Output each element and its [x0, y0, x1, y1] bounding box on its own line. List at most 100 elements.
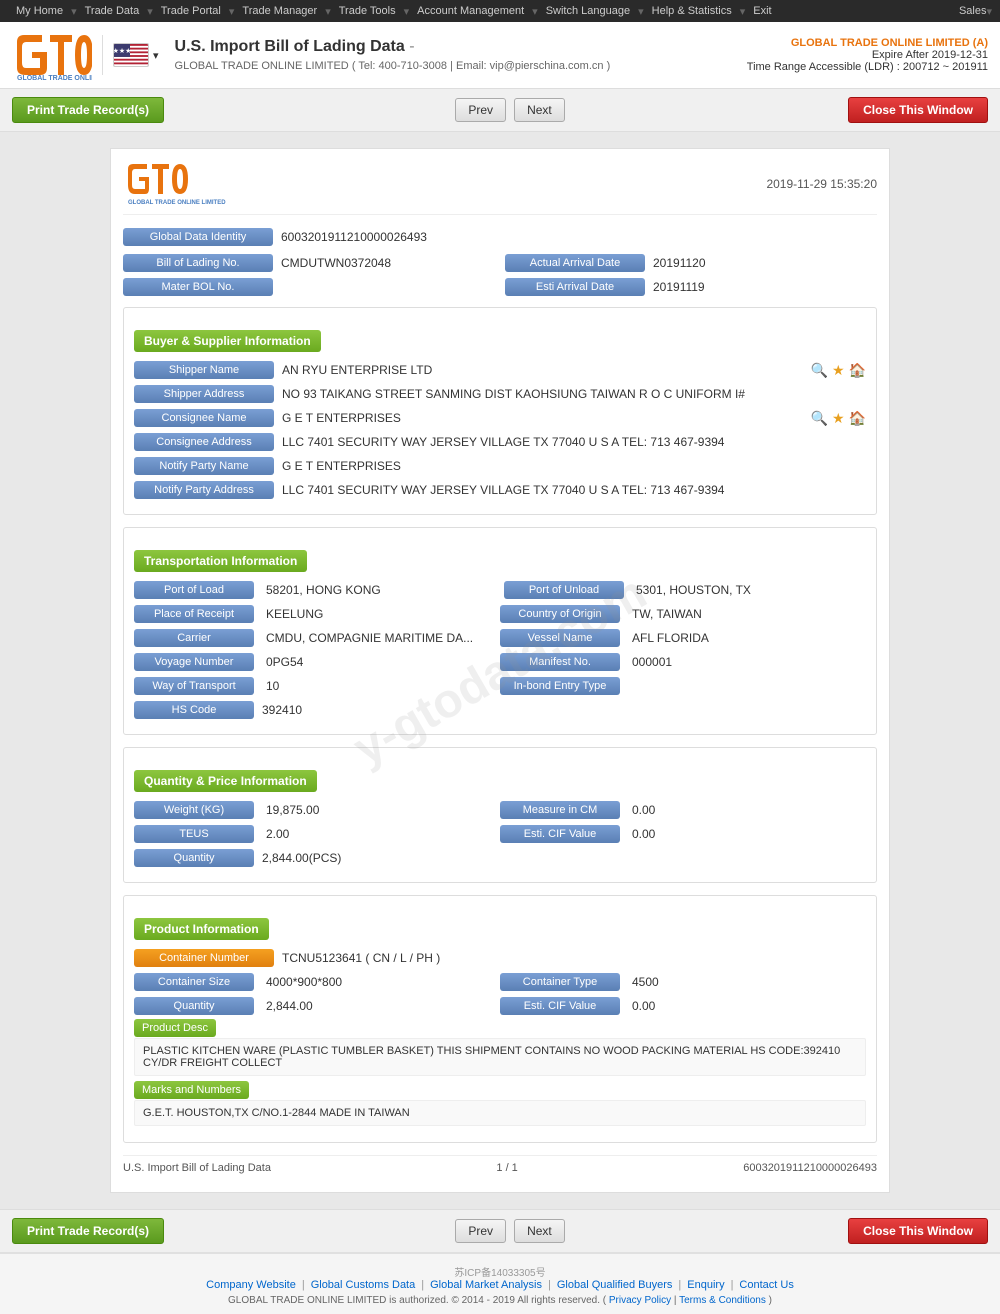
footer-link-contact-us[interactable]: Contact Us: [733, 1279, 799, 1291]
consignee-addr-label: Consignee Address: [134, 433, 274, 451]
prod-esti-cif-label: Esti. CIF Value: [500, 997, 620, 1015]
port-load-value: 58201, HONG KONG: [258, 580, 496, 600]
marks-value: G.E.T. HOUSTON,TX C/NO.1-2844 MADE IN TA…: [134, 1100, 866, 1126]
weight-value: 19,875.00: [258, 800, 500, 820]
qty-row: Quantity 2,844.00(PCS): [134, 848, 866, 868]
port-unload-label: Port of Unload: [504, 581, 624, 599]
shipper-name-value: AN RYU ENTERPRISE LTD: [274, 360, 811, 380]
company-name: GLOBAL TRADE ONLINE LIMITED (A): [747, 37, 988, 49]
container-number-value: TCNU5123641 ( CN / L / PH ): [274, 948, 866, 968]
consignee-star-icon[interactable]: ★: [832, 410, 845, 427]
container-size-value: 4000*900*800: [258, 972, 500, 992]
prev-button-bottom[interactable]: Prev: [455, 1219, 506, 1243]
weight-label: Weight (KG): [134, 801, 254, 819]
doc-logo-icon: GLOBAL TRADE ONLINE LIMITED: [123, 161, 253, 206]
container-number-row: Container Number TCNU5123641 ( CN / L / …: [134, 948, 866, 968]
place-receipt-label: Place of Receipt: [134, 605, 254, 623]
nav-help-statistics[interactable]: Help & Statistics: [644, 5, 740, 17]
hs-code-label: HS Code: [134, 701, 254, 719]
consignee-icons: 🔍 ★ 🏠: [811, 410, 866, 427]
consignee-addr-value: LLC 7401 SECURITY WAY JERSEY VILLAGE TX …: [274, 432, 866, 452]
print-button-top[interactable]: Print Trade Record(s): [12, 97, 164, 123]
consignee-search-icon[interactable]: 🔍: [811, 410, 828, 427]
footer-link-enquiry[interactable]: Enquiry: [681, 1279, 730, 1291]
shipper-icons: 🔍 ★ 🏠: [811, 362, 866, 379]
svg-text:GLOBAL TRADE ONLINE LIMITED: GLOBAL TRADE ONLINE LIMITED: [17, 75, 92, 80]
close-button-top[interactable]: Close This Window: [848, 97, 988, 123]
nav-my-home[interactable]: My Home: [8, 5, 71, 17]
global-data-label: Global Data Identity: [123, 228, 273, 246]
nav-account-management[interactable]: Account Management: [409, 5, 532, 17]
nav-exit[interactable]: Exit: [745, 5, 779, 17]
notify-name-value: G E T ENTERPRISES: [274, 456, 866, 476]
prev-button-top[interactable]: Prev: [455, 98, 506, 122]
product-desc-label: Product Desc: [134, 1019, 216, 1037]
place-receipt-value: KEELUNG: [258, 604, 500, 624]
consignee-name-row: Consignee Name G E T ENTERPRISES 🔍 ★ 🏠: [134, 408, 866, 428]
footer-link-qualified-buyers[interactable]: Global Qualified Buyers: [551, 1279, 679, 1291]
product-info-section: Product Information Container Number TCN…: [123, 895, 877, 1143]
carrier-value: CMDU, COMPAGNIE MARITIME DA...: [258, 628, 500, 648]
nav-sales[interactable]: Sales: [959, 5, 987, 17]
next-button-top[interactable]: Next: [514, 98, 565, 122]
quantity-price-header: Quantity & Price Information: [134, 770, 317, 792]
qty-value: 2,844.00(PCS): [254, 848, 866, 868]
page-title: U.S. Import Bill of Lading Data -: [175, 38, 747, 56]
master-bol-row: Mater BOL No. Esti Arrival Date 20191119: [123, 277, 877, 297]
top-navigation: My Home ▾ Trade Data ▾ Trade Portal ▾ Tr…: [0, 0, 1000, 22]
footer-link-company-website[interactable]: Company Website: [200, 1279, 302, 1291]
quantity-price-section: Quantity & Price Information Weight (KG)…: [123, 747, 877, 883]
footer-privacy-link[interactable]: Privacy Policy: [609, 1295, 671, 1306]
voyage-label: Voyage Number: [134, 653, 254, 671]
port-row: Port of Load 58201, HONG KONG Port of Un…: [134, 580, 866, 600]
footer-link-customs-data[interactable]: Global Customs Data: [305, 1279, 422, 1291]
next-button-bottom[interactable]: Next: [514, 1219, 565, 1243]
receipt-row: Place of Receipt KEELUNG Country of Orig…: [134, 604, 866, 624]
arrival-date-value: 20191120: [645, 253, 877, 273]
header-subtitle: GLOBAL TRADE ONLINE LIMITED ( Tel: 400-7…: [175, 60, 747, 72]
master-bol-value: [273, 284, 505, 290]
footer-terms-link[interactable]: Terms & Conditions: [679, 1295, 766, 1306]
footer-link-market-analysis[interactable]: Global Market Analysis: [424, 1279, 548, 1291]
doc-footer-left: U.S. Import Bill of Lading Data: [123, 1162, 271, 1174]
notify-addr-label: Notify Party Address: [134, 481, 274, 499]
notify-name-label: Notify Party Name: [134, 457, 274, 475]
esti-arrival-value: 20191119: [645, 277, 877, 297]
global-data-row: Global Data Identity 6003201911210000026…: [123, 227, 877, 247]
country-origin-value: TW, TAIWAN: [624, 604, 866, 624]
nav-trade-manager[interactable]: Trade Manager: [234, 5, 325, 17]
hs-code-row: HS Code 392410: [134, 700, 866, 720]
consignee-home-icon[interactable]: 🏠: [849, 410, 866, 427]
logo-area: GLOBAL TRADE ONLINE LIMITED: [12, 30, 92, 80]
shipper-star-icon[interactable]: ★: [832, 362, 845, 379]
shipper-search-icon[interactable]: 🔍: [811, 362, 828, 379]
nav-trade-tools[interactable]: Trade Tools: [331, 5, 404, 17]
prod-qty-value: 2,844.00: [258, 996, 500, 1016]
expire-date: Expire After 2019-12-31: [747, 49, 988, 61]
marks-label-row: Marks and Numbers: [134, 1082, 866, 1096]
carrier-row: Carrier CMDU, COMPAGNIE MARITIME DA... V…: [134, 628, 866, 648]
bol-row: Bill of Lading No. CMDUTWN0372048 Actual…: [123, 253, 877, 273]
container-number-label: Container Number: [134, 949, 274, 967]
svg-text:GLOBAL TRADE ONLINE LIMITED: GLOBAL TRADE ONLINE LIMITED: [128, 200, 226, 206]
shipper-home-icon[interactable]: 🏠: [849, 362, 866, 379]
header-right: GLOBAL TRADE ONLINE LIMITED (A) Expire A…: [747, 37, 988, 73]
ldr-range: Time Range Accessible (LDR) : 200712 ~ 2…: [747, 61, 988, 73]
bol-label: Bill of Lading No.: [123, 254, 273, 272]
teus-value: 2.00: [258, 824, 500, 844]
vessel-value: AFL FLORIDA: [624, 628, 866, 648]
doc-footer-center: 1 / 1: [496, 1162, 517, 1174]
consignee-name-value: G E T ENTERPRISES: [274, 408, 811, 428]
nav-trade-data[interactable]: Trade Data: [77, 5, 148, 17]
marks-label: Marks and Numbers: [134, 1081, 249, 1099]
global-data-value: 6003201911210000026493: [273, 227, 877, 247]
action-bar-bottom: Print Trade Record(s) Prev Next Close Th…: [0, 1209, 1000, 1252]
vessel-label: Vessel Name: [500, 629, 620, 647]
shipper-addr-value: NO 93 TAIKANG STREET SANMING DIST KAOHSI…: [274, 384, 866, 404]
close-button-bottom[interactable]: Close This Window: [848, 1218, 988, 1244]
master-bol-label: Mater BOL No.: [123, 278, 273, 296]
print-button-bottom[interactable]: Print Trade Record(s): [12, 1218, 164, 1244]
header-title-area: U.S. Import Bill of Lading Data - GLOBAL…: [159, 38, 747, 72]
nav-trade-portal[interactable]: Trade Portal: [153, 5, 229, 17]
nav-switch-language[interactable]: Switch Language: [538, 5, 638, 17]
